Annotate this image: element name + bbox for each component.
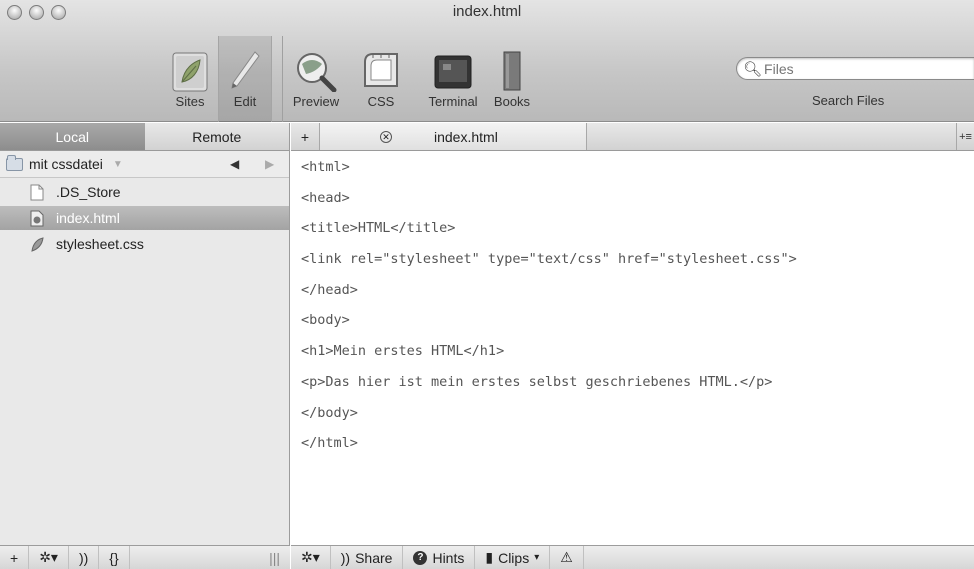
folder-name: mit cssdatei: [29, 156, 103, 172]
share-button[interactable]: )) Share: [331, 546, 404, 569]
folder-selector[interactable]: mit cssdatei ▼ ◀ ▶: [0, 151, 289, 178]
file-item-selected[interactable]: index.html: [0, 206, 289, 230]
window-toolbar: index.html Sites Edit Preview CSS Termin…: [0, 0, 974, 122]
search-icon: 🔍︎: [743, 60, 763, 78]
code-line: <p>Das hier ist mein erstes selbst gesch…: [301, 373, 773, 390]
css-label: CSS: [367, 94, 395, 109]
broadcast-icon[interactable]: )): [69, 546, 100, 569]
code-line: <h1>Mein erstes HTML</h1>: [301, 343, 505, 360]
tab-label: index.html: [434, 128, 498, 145]
hints-label: Hints: [432, 549, 465, 566]
sidebar-bottom-bar: + ✲▾ )) {} |||: [0, 545, 290, 569]
clip-document-icon: ▮: [485, 549, 494, 565]
window-title: index.html: [452, 3, 522, 20]
sites-label: Sites: [175, 94, 205, 109]
forward-arrow-icon[interactable]: ▶: [265, 157, 274, 171]
tab-remote[interactable]: Remote: [144, 123, 289, 150]
code-line: <html>: [301, 159, 350, 175]
sites-icon: [164, 46, 216, 92]
file-name: stylesheet.css: [56, 236, 144, 252]
file-item[interactable]: .DS_Store: [0, 180, 289, 204]
gear-menu-icon[interactable]: ✲▾: [291, 546, 331, 569]
css-leaf-icon: [31, 236, 44, 252]
edit-label: Edit: [233, 94, 257, 109]
braces-icon[interactable]: {}: [99, 546, 130, 569]
tab-index-html[interactable]: ✕ index.html: [319, 123, 587, 150]
close-tab-icon[interactable]: ✕: [380, 130, 392, 143]
tab-overflow-button[interactable]: +≡: [956, 123, 974, 150]
css-ruler-icon: [355, 46, 407, 92]
resize-handle[interactable]: |||: [259, 546, 290, 569]
code-line: <title>HTML</title>: [301, 220, 456, 237]
terminal-icon: [422, 46, 484, 92]
books-button[interactable]: Books: [486, 46, 538, 109]
css-button[interactable]: CSS: [355, 46, 407, 109]
clips-label: Clips: [498, 549, 530, 566]
add-button[interactable]: +: [0, 546, 30, 569]
search-caption: Search Files: [812, 93, 885, 108]
warning-icon[interactable]: ⚠: [550, 546, 584, 569]
book-icon: [486, 46, 538, 92]
toolbar-divider: [282, 36, 283, 122]
tab-local[interactable]: Local: [0, 123, 145, 150]
preview-label: Preview: [292, 94, 340, 109]
code-line: </body>: [301, 404, 358, 421]
books-label: Books: [493, 94, 531, 109]
html-file-icon: [30, 210, 44, 226]
preview-button[interactable]: Preview: [290, 46, 342, 109]
sidebar: Local Remote mit cssdatei ▼ ◀ ▶ .DS_Stor…: [0, 123, 290, 569]
sidebar-tabs: Local Remote: [0, 123, 289, 151]
question-icon: ?: [413, 550, 428, 565]
chevron-down-icon[interactable]: ▼: [113, 159, 123, 170]
file-name: .DS_Store: [56, 184, 121, 200]
code-line: </head>: [301, 281, 358, 298]
code-line: <link rel="stylesheet" type="text/css" h…: [301, 251, 797, 268]
share-label: Share: [355, 549, 393, 566]
add-tab-button[interactable]: +: [291, 129, 319, 145]
gear-menu-icon[interactable]: ✲▾: [29, 546, 69, 569]
file-name: index.html: [56, 210, 120, 226]
chevron-down-icon: ▾: [534, 552, 540, 563]
code-area[interactable]: <html> <head> <title>HTML</title> <link …: [291, 151, 974, 458]
broadcast-icon: )): [340, 549, 351, 566]
pencil-icon: [219, 46, 271, 92]
editor-bottom-bar: ✲▾ )) Share ? Hints ▮ Clips ▾ ⚠: [291, 545, 974, 569]
editor: + ✕ index.html +≡ <html> <head> <title>H…: [291, 123, 974, 569]
back-arrow-icon[interactable]: ◀: [230, 157, 239, 171]
search-input[interactable]: [764, 60, 945, 77]
sites-button[interactable]: Sites: [164, 46, 216, 109]
clips-button[interactable]: ▮ Clips ▾: [475, 546, 551, 569]
file-item[interactable]: stylesheet.css: [0, 232, 289, 256]
code-line: </html>: [301, 435, 358, 452]
editor-tabbar: + ✕ index.html +≡: [291, 123, 974, 151]
magnifier-globe-icon: [290, 46, 342, 92]
search-area: 🔍︎ Search Files: [736, 57, 974, 108]
search-field[interactable]: 🔍︎: [736, 57, 974, 80]
folder-icon: [6, 154, 23, 171]
code-line: <body>: [301, 312, 350, 329]
terminal-label: Terminal: [428, 94, 478, 109]
terminal-button[interactable]: Terminal: [422, 46, 484, 109]
code-line: <head>: [301, 189, 350, 206]
document-icon: [30, 184, 44, 200]
hints-button[interactable]: ? Hints: [403, 546, 476, 569]
edit-button[interactable]: Edit: [218, 36, 272, 122]
